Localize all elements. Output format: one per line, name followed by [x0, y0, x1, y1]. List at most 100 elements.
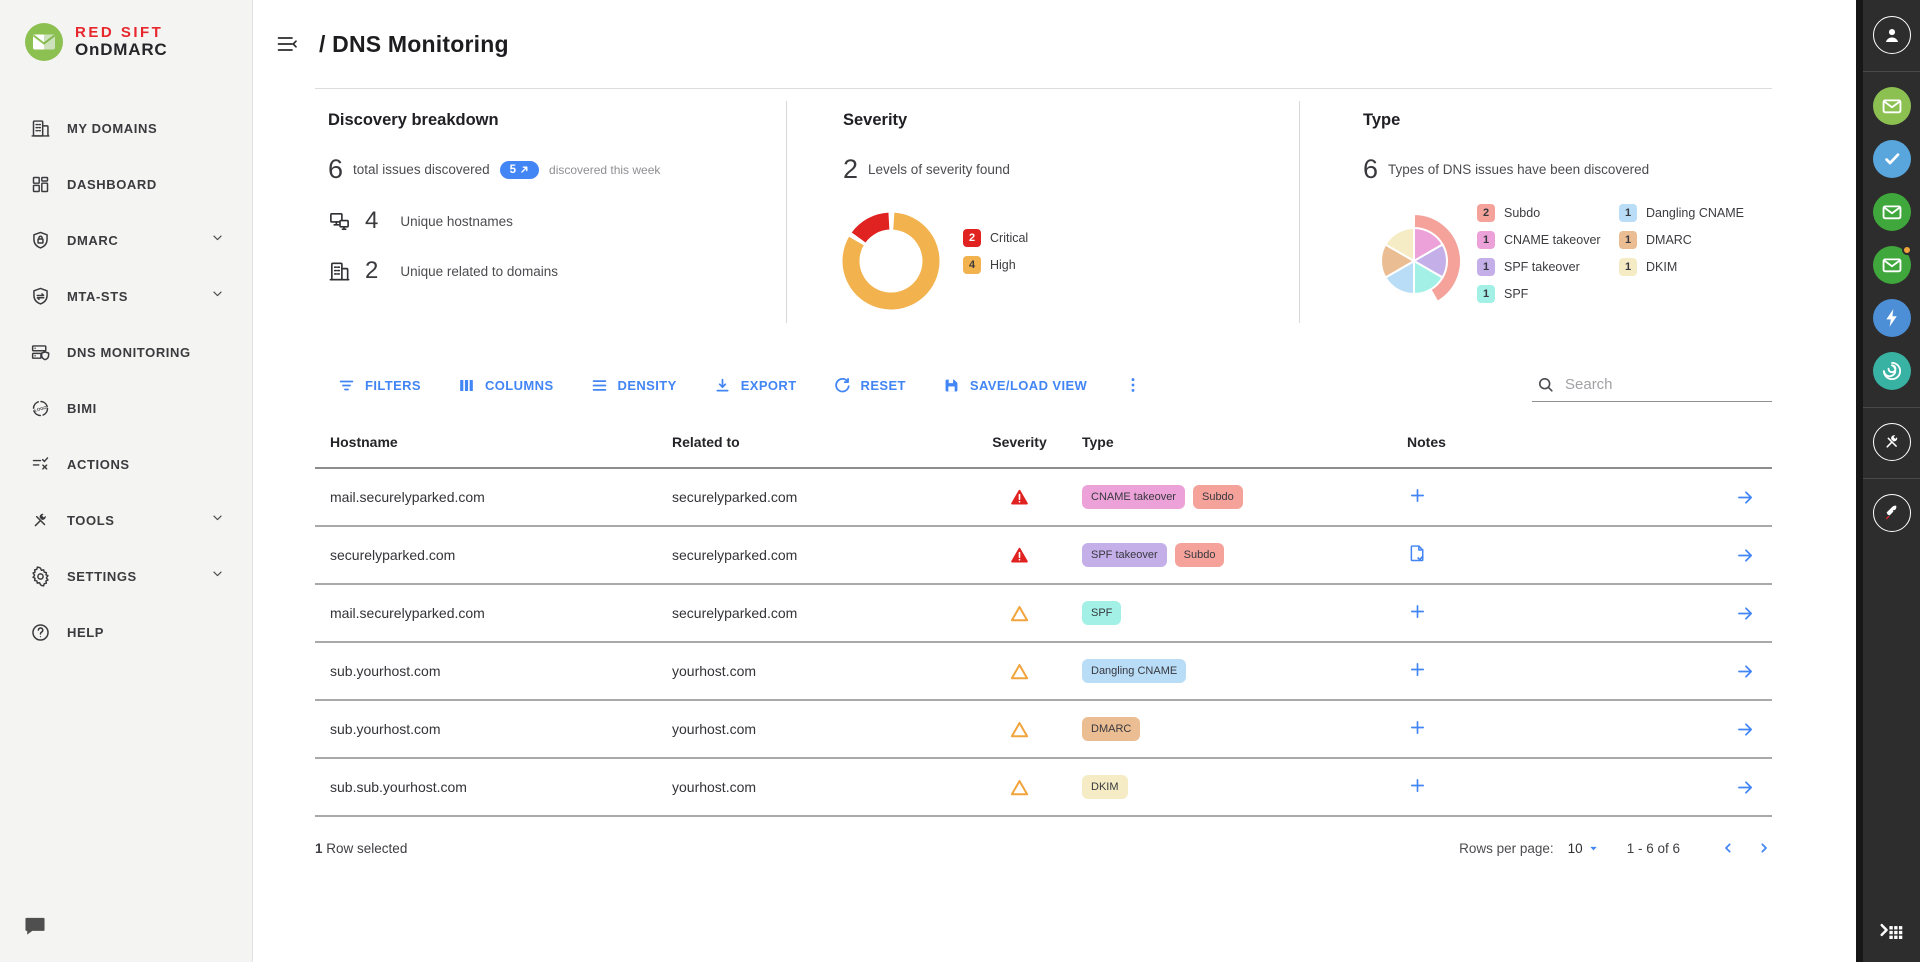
row-detail-cell	[1718, 777, 1772, 798]
sidebar-item-tools[interactable]: TOOLS	[0, 492, 252, 548]
chat-widget-button[interactable]	[22, 913, 48, 944]
type-count: 6	[1363, 154, 1378, 185]
grid-launcher-icon	[1879, 917, 1905, 943]
column-header-severity[interactable]: Severity	[972, 434, 1067, 450]
rail-divider	[1863, 407, 1920, 408]
plus-icon	[1407, 717, 1428, 738]
sidebar-item-dns-monitoring[interactable]: DNS MONITORING	[0, 324, 252, 380]
brand-logo: RED SIFT OnDMARC	[0, 0, 252, 62]
summary-cards: Discovery breakdown 6 total issues disco…	[253, 89, 1856, 341]
open-row-button[interactable]	[1735, 661, 1756, 682]
table-row[interactable]: sub.sub.yourhost.com yourhost.com DKIM	[315, 759, 1772, 817]
column-header-notes[interactable]: Notes	[1392, 434, 1718, 450]
week-label: discovered this week	[549, 163, 660, 177]
product-investigate-button[interactable]	[1873, 299, 1911, 337]
sidebar-item-settings[interactable]: SETTINGS	[0, 548, 252, 604]
sidebar-item-mta-sts[interactable]: MTA-STS	[0, 268, 252, 324]
type-chip-dkim: DKIM	[1082, 775, 1128, 799]
legend-count-badge: 1	[1477, 258, 1495, 276]
plus-icon	[1407, 485, 1428, 506]
collapse-icon	[275, 32, 299, 56]
building-icon	[328, 260, 351, 283]
related-to-cell: securelyparked.com	[657, 489, 972, 505]
open-row-button[interactable]	[1735, 719, 1756, 740]
table-row[interactable]: securelyparked.com securelyparked.com SP…	[315, 527, 1772, 585]
toolbar-button-label: DENSITY	[618, 378, 677, 393]
columns-button[interactable]: COLUMNS	[457, 376, 554, 395]
warning-high-icon	[1009, 719, 1030, 740]
type-card-title: Type	[1363, 111, 1649, 130]
open-row-button[interactable]	[1735, 545, 1756, 566]
type-chip-dangling-cname: Dangling CNAME	[1082, 659, 1186, 683]
severity-cell	[972, 661, 1067, 682]
column-header-hostname[interactable]: Hostname	[315, 434, 657, 450]
search-input[interactable]	[1565, 376, 1770, 393]
column-header-type[interactable]: Type	[1067, 434, 1392, 450]
account-button[interactable]	[1873, 16, 1911, 54]
add-note-button[interactable]	[1407, 659, 1428, 680]
envelope-check-icon	[1879, 93, 1905, 119]
product-green-check-button[interactable]	[1873, 193, 1911, 231]
sidebar-item-help[interactable]: HELP	[0, 604, 252, 660]
sidebar-collapse-button[interactable]	[275, 32, 299, 56]
severity-card: Severity 2 Levels of severity found	[843, 111, 1010, 185]
product-ondmarc-button[interactable]	[1873, 87, 1911, 125]
view-note-button[interactable]	[1407, 543, 1428, 564]
export-button[interactable]: EXPORT	[713, 376, 797, 395]
add-note-button[interactable]	[1407, 485, 1428, 506]
legend-label: Critical	[990, 231, 1028, 245]
product-asm-button[interactable]	[1873, 352, 1911, 390]
table-row[interactable]: mail.securelyparked.com securelyparked.c…	[315, 469, 1772, 527]
type-chip-spf-takeover: SPF takeover	[1082, 543, 1167, 567]
notes-cell	[1392, 717, 1718, 741]
discovery-breakdown-card: Discovery breakdown 6 total issues disco…	[328, 111, 660, 285]
table-header-row: Hostname Related to Severity Type Notes	[315, 417, 1772, 469]
related-to-cell: yourhost.com	[657, 779, 972, 795]
legend-count-badge: 1	[1619, 231, 1637, 249]
toolbox-button[interactable]	[1873, 423, 1911, 461]
add-note-button[interactable]	[1407, 601, 1428, 622]
add-note-button[interactable]	[1407, 775, 1428, 796]
more-options-button[interactable]	[1123, 375, 1143, 395]
stat-label: Unique hostnames	[400, 214, 513, 229]
open-row-button[interactable]	[1735, 487, 1756, 508]
main-content: / DNS Monitoring Discovery breakdown 6 t…	[253, 0, 1856, 962]
onboarding-button[interactable]	[1873, 494, 1911, 532]
column-header-related-to[interactable]: Related to	[657, 434, 972, 450]
arrow-right-icon	[1735, 603, 1756, 624]
add-note-button[interactable]	[1407, 717, 1428, 738]
next-page-button[interactable]	[1756, 840, 1772, 856]
sidebar-item-dashboard[interactable]: DASHBOARD	[0, 156, 252, 212]
save-load-view-button[interactable]: SAVE/LOAD VIEW	[942, 376, 1087, 395]
previous-page-button[interactable]	[1720, 840, 1736, 856]
warning-high-icon	[1009, 661, 1030, 682]
plus-icon	[1407, 659, 1428, 680]
save-icon	[942, 376, 961, 395]
product-brand-trust-button[interactable]	[1873, 246, 1911, 284]
reset-button[interactable]: RESET	[833, 376, 906, 395]
type-legend-item-dmarc: 1 DMARC	[1619, 231, 1692, 249]
table-row[interactable]: sub.yourhost.com yourhost.com DMARC	[315, 701, 1772, 759]
density-button[interactable]: DENSITY	[590, 376, 677, 395]
sidebar-item-actions[interactable]: ACTIONS	[0, 436, 252, 492]
product-radar-button[interactable]	[1873, 140, 1911, 178]
sidebar-item-my-domains[interactable]: MY DOMAINS	[0, 100, 252, 156]
hostname-cell: securelyparked.com	[315, 547, 657, 563]
app-launcher-button[interactable]	[1879, 917, 1905, 948]
gear-icon	[30, 566, 51, 587]
severity-cell	[972, 487, 1067, 508]
table-row[interactable]: mail.securelyparked.com securelyparked.c…	[315, 585, 1772, 643]
table-row[interactable]: sub.yourhost.com yourhost.com Dangling C…	[315, 643, 1772, 701]
sidebar-item-dmarc[interactable]: DMARC	[0, 212, 252, 268]
page-header: / DNS Monitoring	[253, 0, 1856, 88]
rows-per-page-select[interactable]: 10	[1568, 841, 1599, 856]
open-row-button[interactable]	[1735, 603, 1756, 624]
sidebar-item-label: ACTIONS	[67, 457, 130, 472]
filters-button[interactable]: FILTERS	[337, 376, 421, 395]
sidebar-item-bimi[interactable]: LOGO BIMI	[0, 380, 252, 436]
legend-label: High	[990, 258, 1016, 272]
open-row-button[interactable]	[1735, 777, 1756, 798]
dropdown-caret-icon	[1588, 843, 1599, 854]
envelope-check-icon	[1879, 252, 1905, 278]
toolbar-button-label: SAVE/LOAD VIEW	[970, 378, 1087, 393]
